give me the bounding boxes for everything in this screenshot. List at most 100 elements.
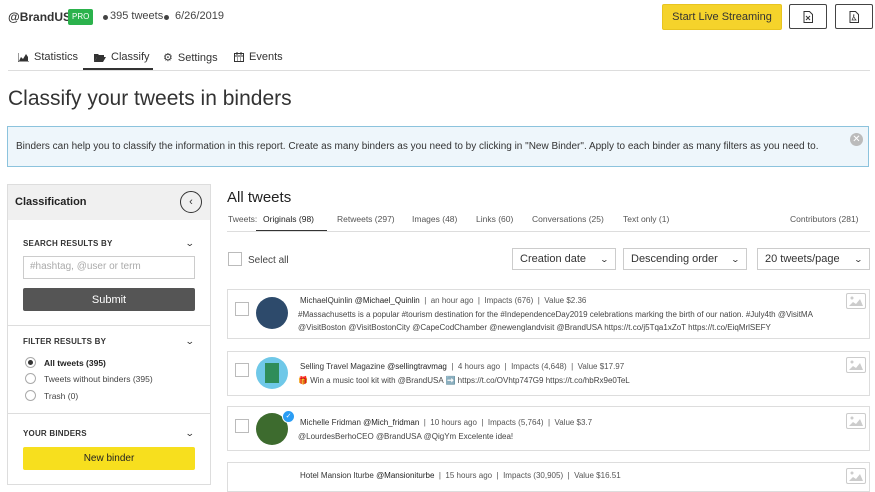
section-title: All tweets [227, 189, 292, 206]
tab-statistics[interactable]: Statistics [18, 51, 78, 63]
radio-selected-dot [28, 360, 33, 365]
magazine-cover-icon [265, 363, 279, 383]
tweet-checkbox[interactable] [235, 363, 249, 377]
tweet-checkbox[interactable] [235, 302, 249, 316]
tab-text-only[interactable]: Text only (1) [623, 214, 669, 224]
contributors-link[interactable]: Contributors (281) [790, 214, 859, 224]
image-icon[interactable] [846, 413, 866, 429]
image-icon[interactable] [846, 293, 866, 309]
verified-check-icon: ✓ [282, 410, 295, 423]
image-icon[interactable] [846, 468, 866, 484]
tweet-meta: Selling Travel Magazine @sellingtravmag … [300, 362, 625, 371]
submit-button[interactable]: Submit [23, 288, 195, 311]
selected-value: Creation date [520, 253, 587, 265]
radio-trash[interactable] [25, 390, 36, 401]
tab-label: Events [249, 51, 283, 63]
tweet-text-line: @VisitBoston @VisitBostonCity @CapeCodCh… [298, 323, 771, 332]
sort-order-select[interactable]: Descending order ⌄ [623, 248, 747, 270]
chevron-left-icon: ‹ [189, 196, 193, 208]
tab-retweets[interactable]: Retweets (297) [337, 214, 395, 224]
tweet-value: Value $2.36 [544, 296, 587, 305]
tab-classify[interactable]: Classify [94, 51, 150, 63]
pdf-file-icon [849, 10, 859, 23]
tweet-meta: Hotel Mansion Iturbe @Mansioniturbe | 15… [300, 471, 621, 480]
search-section-label: SEARCH RESULTS BY [23, 239, 113, 248]
select-all-checkbox[interactable] [228, 252, 242, 266]
tweet-card[interactable] [227, 406, 870, 451]
author-handle[interactable]: @Michael_Quinlin [355, 296, 420, 305]
divider [227, 231, 870, 232]
tweet-impacts: Impacts (5,764) [487, 418, 544, 427]
author-name: MichaelQuinlin [300, 296, 353, 305]
author-name: Hotel Mansion Iturbe [300, 471, 374, 480]
area-chart-icon [18, 52, 29, 62]
tab-label: Classify [111, 51, 150, 63]
export-excel-button[interactable] [789, 4, 827, 29]
calendar-icon [234, 52, 244, 62]
tweets-count: 395 tweets [110, 10, 164, 22]
start-live-streaming-button[interactable]: Start Live Streaming [662, 4, 782, 30]
tweet-time: 10 hours ago [430, 418, 477, 427]
tweet-value: Value $17.97 [577, 362, 625, 371]
tab-images[interactable]: Images (48) [412, 214, 457, 224]
tab-settings[interactable]: ⚙ Settings [163, 51, 218, 65]
divider [8, 70, 870, 71]
filter-label: Trash (0) [44, 391, 79, 401]
tweet-impacts: Impacts (4,648) [511, 362, 567, 371]
separator-dot [103, 15, 108, 20]
chevron-down-icon[interactable]: ⌄ [185, 238, 195, 249]
author-handle[interactable]: @Mansioniturbe [376, 471, 434, 480]
info-banner-text: Binders can help you to classify the inf… [16, 141, 819, 152]
filter-label: Tweets without binders (395) [44, 374, 153, 384]
sidebar-title: Classification [15, 196, 87, 208]
select-all-label: Select all [248, 255, 289, 266]
selected-value: Descending order [631, 253, 718, 265]
tab-label: Settings [177, 51, 218, 64]
author-handle[interactable]: @Mich_fridman [363, 418, 419, 427]
search-input[interactable]: #hashtag, @user or term [23, 256, 195, 279]
tweet-meta: Michelle Fridman @Mich_fridman | 10 hour… [300, 418, 593, 427]
tweet-impacts: Impacts (676) [484, 296, 534, 305]
tweet-text-line: 🎁 Win a music tool kit with @BrandUSA ➡️… [298, 376, 630, 385]
tweet-meta: MichaelQuinlin @Michael_Quinlin | an hou… [300, 296, 587, 305]
author-name: Michelle Fridman [300, 418, 361, 427]
chevron-down-icon[interactable]: ⌄ [185, 428, 195, 439]
tab-originals[interactable]: Originals (98) [263, 214, 314, 224]
tweet-value: Value $16.51 [574, 471, 621, 480]
tab-label: Statistics [34, 51, 79, 63]
chevron-down-icon: ⌄ [730, 254, 741, 264]
collapse-sidebar-button[interactable]: ‹ [180, 191, 202, 213]
tweet-time: an hour ago [430, 296, 474, 305]
new-binder-button[interactable]: New binder [23, 447, 195, 470]
close-icon[interactable]: ✕ [850, 133, 863, 146]
tab-conversations[interactable]: Conversations (25) [532, 214, 604, 224]
filter-section-label: FILTER RESULTS BY [23, 337, 107, 346]
image-icon[interactable] [846, 357, 866, 373]
chevron-down-icon: ⌄ [599, 254, 610, 264]
sort-field-select[interactable]: Creation date ⌄ [512, 248, 616, 270]
tweet-text: @LourdesBerhoCEO @BrandUSA @QigYm Excele… [298, 430, 863, 443]
tweet-checkbox[interactable] [235, 419, 249, 433]
binders-section-label: YOUR BINDERS [23, 429, 87, 438]
tweets-per-page-select[interactable]: 20 tweets/page ⌄ [757, 248, 870, 270]
classification-sidebar [7, 184, 211, 485]
tweet-time: 15 hours ago [445, 471, 493, 480]
page-title: Classify your tweets in binders [8, 87, 292, 110]
gear-icon: ⚙ [163, 52, 173, 64]
excel-file-icon [803, 10, 813, 23]
tweet-time: 4 hours ago [457, 362, 501, 371]
separator-dot [164, 15, 169, 20]
avatar [256, 357, 288, 389]
author-handle[interactable]: @sellingtravmag [387, 362, 447, 371]
author-name: Selling Travel Magazine [300, 362, 385, 371]
export-pdf-button[interactable] [835, 4, 873, 29]
report-date: 6/26/2019 [175, 10, 224, 22]
tab-events[interactable]: Events [234, 51, 283, 63]
divider [8, 413, 210, 414]
chevron-down-icon[interactable]: ⌄ [185, 336, 195, 347]
tab-links[interactable]: Links (60) [476, 214, 513, 224]
tweet-text-line: #Massachusetts is a popular #tourism des… [298, 310, 813, 319]
tweet-text: 🎁 Win a music tool kit with @BrandUSA ➡️… [298, 374, 863, 387]
radio-tweets-without-binders[interactable] [25, 373, 36, 384]
radio-all-tweets[interactable] [25, 357, 36, 368]
